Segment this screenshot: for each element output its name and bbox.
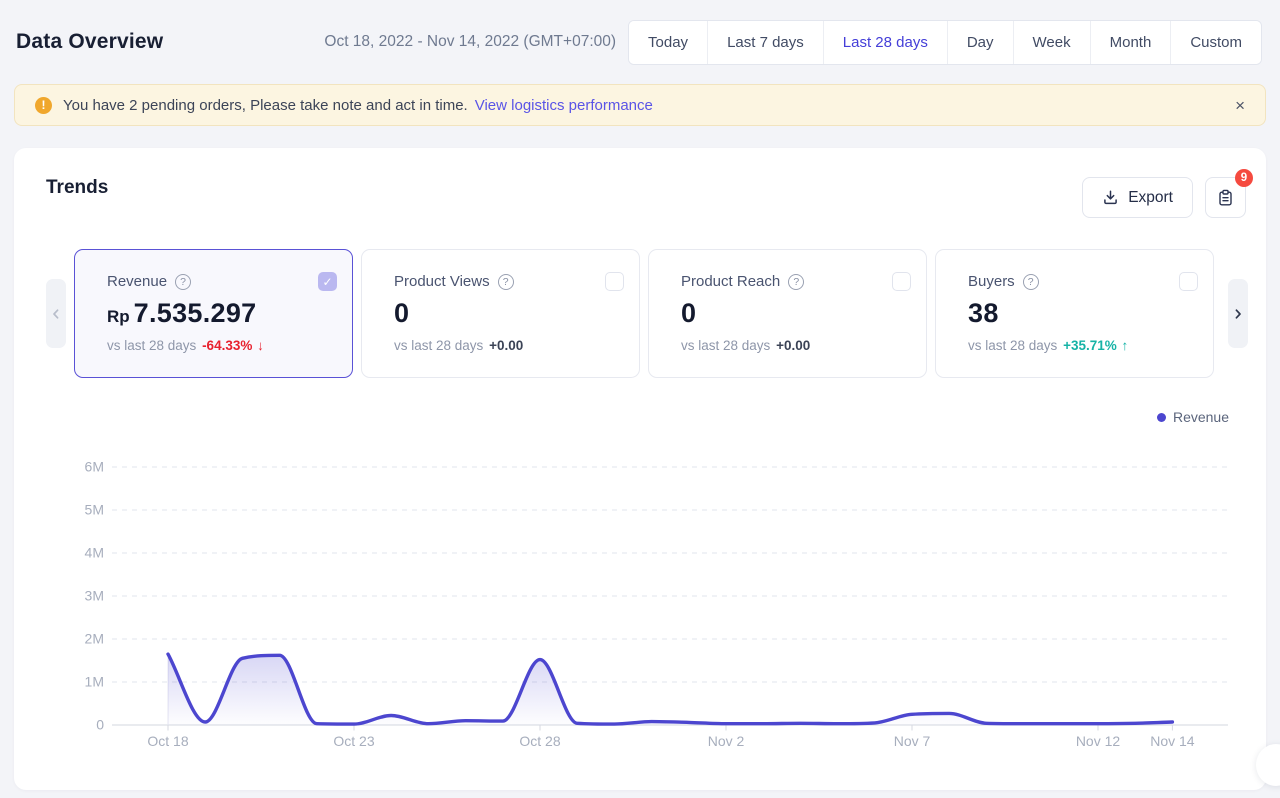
logistics-performance-link[interactable]: View logistics performance bbox=[475, 97, 653, 114]
metric-label: Buyers bbox=[968, 273, 1015, 290]
metric-value: 38 bbox=[968, 299, 999, 329]
metric-value: 7.535.297 bbox=[134, 299, 257, 329]
metric-label: Product Reach bbox=[681, 273, 780, 290]
compare-label: vs last 28 days bbox=[681, 338, 770, 353]
svg-text:3M: 3M bbox=[85, 588, 104, 604]
tab-today[interactable]: Today bbox=[629, 21, 707, 64]
svg-text:0: 0 bbox=[96, 717, 104, 733]
legend-item-revenue[interactable]: Revenue bbox=[1157, 409, 1229, 425]
metric-value: 0 bbox=[681, 299, 696, 329]
compare-label: vs last 28 days bbox=[107, 338, 196, 353]
tab-week[interactable]: Week bbox=[1013, 21, 1090, 64]
legend-label: Revenue bbox=[1173, 409, 1229, 425]
metric-compare: vs last 28 days +35.71% ↑ bbox=[968, 338, 1197, 353]
delta-value: -64.33% bbox=[202, 338, 252, 353]
svg-text:1M: 1M bbox=[85, 674, 104, 690]
metric-cards: Revenue ? ✓ Rp 7.535.297 vs last 28 days… bbox=[74, 249, 1214, 378]
metric-card-product-views[interactable]: Product Views ? 0 vs last 28 days +0.00 bbox=[361, 249, 640, 378]
download-icon bbox=[1102, 189, 1119, 206]
banner-message: You have 2 pending orders, Please take n… bbox=[63, 97, 468, 114]
metric-card-header: Revenue ? bbox=[107, 273, 336, 290]
svg-text:6M: 6M bbox=[85, 459, 104, 475]
date-range-label: Oct 18, 2022 - Nov 14, 2022 (GMT+07:00) bbox=[324, 33, 616, 51]
svg-text:Nov 12: Nov 12 bbox=[1076, 733, 1121, 749]
svg-text:2M: 2M bbox=[85, 631, 104, 647]
tab-day[interactable]: Day bbox=[947, 21, 1013, 64]
legend-dot bbox=[1157, 413, 1166, 422]
metric-value-prefix: Rp bbox=[107, 307, 130, 327]
delta-value: +35.71% bbox=[1063, 338, 1117, 353]
date-range-tabs: TodayLast 7 daysLast 28 daysDayWeekMonth… bbox=[628, 20, 1262, 65]
metric-value: 0 bbox=[394, 299, 409, 329]
page-header: Data Overview Oct 18, 2022 - Nov 14, 202… bbox=[0, 0, 1280, 84]
tab-custom[interactable]: Custom bbox=[1170, 21, 1261, 64]
trends-panel: Trends Export 9 Revenue bbox=[14, 148, 1266, 790]
page-title: Data Overview bbox=[16, 30, 163, 54]
delta-value: +0.00 bbox=[489, 338, 523, 353]
metric-value-row: 0 bbox=[394, 299, 623, 329]
compare-label: vs last 28 days bbox=[394, 338, 483, 353]
clipboard-icon bbox=[1216, 188, 1235, 207]
svg-text:Nov 2: Nov 2 bbox=[708, 733, 745, 749]
metric-compare: vs last 28 days -64.33% ↓ bbox=[107, 338, 336, 353]
metric-card-header: Product Reach ? bbox=[681, 273, 910, 290]
svg-text:Nov 14: Nov 14 bbox=[1150, 733, 1195, 749]
metric-value-row: 0 bbox=[681, 299, 910, 329]
delta-arrow-icon: ↓ bbox=[257, 338, 264, 353]
help-icon[interactable]: ? bbox=[175, 274, 191, 290]
trends-chart[interactable]: 6M 5M 4M 3M 2M 1M 0 Oct 18 Oct 23 Oct 28 Nov 2 Nov … bbox=[14, 428, 1266, 758]
metric-card-revenue[interactable]: Revenue ? ✓ Rp 7.535.297 vs last 28 days… bbox=[74, 249, 353, 378]
tab-month[interactable]: Month bbox=[1090, 21, 1171, 64]
status-badge: 9 bbox=[1235, 169, 1253, 187]
metric-checkbox[interactable] bbox=[605, 272, 624, 291]
export-button[interactable]: Export bbox=[1082, 177, 1193, 218]
compare-label: vs last 28 days bbox=[968, 338, 1057, 353]
help-icon[interactable]: ? bbox=[788, 274, 804, 290]
chevron-right-icon bbox=[1231, 307, 1245, 321]
svg-text:Oct 28: Oct 28 bbox=[519, 733, 560, 749]
svg-text:Oct 23: Oct 23 bbox=[333, 733, 374, 749]
tab-last-7-days[interactable]: Last 7 days bbox=[707, 21, 823, 64]
metric-label: Revenue bbox=[107, 273, 167, 290]
svg-text:Nov 7: Nov 7 bbox=[894, 733, 931, 749]
trends-title: Trends bbox=[46, 177, 108, 199]
metric-checkbox[interactable]: ✓ bbox=[318, 272, 337, 291]
carousel-prev-button[interactable] bbox=[46, 279, 66, 348]
carousel-next-button[interactable] bbox=[1228, 279, 1248, 348]
metric-checkbox[interactable] bbox=[892, 272, 911, 291]
metric-compare: vs last 28 days +0.00 bbox=[681, 338, 910, 353]
close-icon[interactable]: × bbox=[1235, 97, 1245, 114]
metric-label: Product Views bbox=[394, 273, 490, 290]
tasks-clipboard-button[interactable]: 9 bbox=[1205, 177, 1246, 218]
metric-card-header: Buyers ? bbox=[968, 273, 1197, 290]
delta-arrow-icon: ↑ bbox=[1122, 338, 1129, 353]
metric-card-product-reach[interactable]: Product Reach ? 0 vs last 28 days +0.00 bbox=[648, 249, 927, 378]
metric-card-header: Product Views ? bbox=[394, 273, 623, 290]
metric-card-buyers[interactable]: Buyers ? 38 vs last 28 days +35.71% ↑ bbox=[935, 249, 1214, 378]
delta-value: +0.00 bbox=[776, 338, 810, 353]
metric-value-row: Rp 7.535.297 bbox=[107, 299, 336, 329]
chevron-left-icon bbox=[49, 307, 63, 321]
svg-text:5M: 5M bbox=[85, 502, 104, 518]
metric-value-row: 38 bbox=[968, 299, 1197, 329]
svg-text:Oct 18: Oct 18 bbox=[147, 733, 188, 749]
alert-icon: ! bbox=[35, 97, 52, 114]
help-icon[interactable]: ? bbox=[498, 274, 514, 290]
metric-checkbox[interactable] bbox=[1179, 272, 1198, 291]
svg-text:4M: 4M bbox=[85, 545, 104, 561]
pending-orders-banner: ! You have 2 pending orders, Please take… bbox=[14, 84, 1266, 126]
export-button-label: Export bbox=[1128, 189, 1173, 207]
metric-compare: vs last 28 days +0.00 bbox=[394, 338, 623, 353]
help-icon[interactable]: ? bbox=[1023, 274, 1039, 290]
tab-last-28-days[interactable]: Last 28 days bbox=[823, 21, 947, 64]
